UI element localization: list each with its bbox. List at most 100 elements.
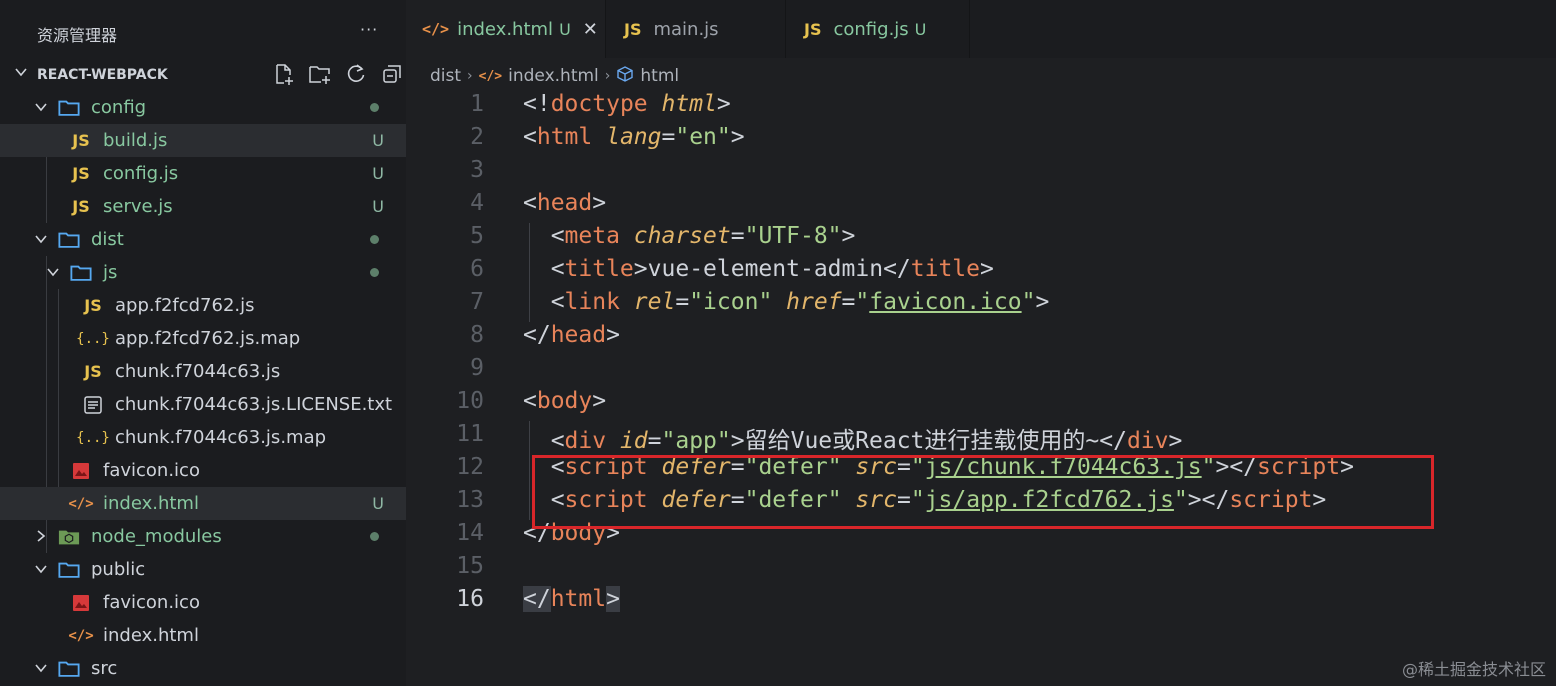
project-name: REACT-WEBPACK	[37, 67, 168, 83]
js-file-icon: JS	[72, 164, 90, 183]
line-number: 12	[456, 454, 484, 480]
tree-file-build-js[interactable]: JS build.js U	[0, 124, 406, 157]
tree-folder-dist[interactable]: dist	[0, 223, 406, 256]
js-file-icon: JS	[72, 197, 90, 216]
tree-folder-src[interactable]: src	[0, 652, 406, 685]
line-number: 14	[456, 520, 484, 546]
code-token: div	[1126, 428, 1169, 454]
code-token: <!	[523, 91, 551, 117]
line-number: 1	[470, 91, 484, 117]
tree-file-index-html-public[interactable]: </> index.html	[0, 619, 406, 652]
tree-item-label: serve.js	[103, 196, 173, 217]
code-token: <	[523, 256, 565, 282]
code-token: html	[550, 586, 607, 612]
chevron-right-icon: ›	[467, 68, 473, 84]
breadcrumb-item[interactable]: index.html	[508, 66, 599, 86]
code-token: vue-element-admin	[647, 256, 884, 282]
tree-file-chunk-js[interactable]: JS chunk.f7044c63.js	[0, 355, 406, 388]
tree-file-app-js[interactable]: JS app.f2fcd762.js	[0, 289, 406, 322]
refresh-icon[interactable]	[338, 62, 374, 86]
code-token: "	[1021, 289, 1036, 315]
tree-folder-js[interactable]: js	[0, 256, 406, 289]
code-token: charset	[633, 223, 731, 249]
code-token: </	[523, 586, 551, 612]
untracked-badge: U	[372, 494, 384, 513]
tree-item-label: chunk.f7044c63.js.map	[115, 427, 327, 448]
folder-icon	[58, 229, 80, 251]
line-number: 9	[470, 355, 484, 381]
tree-file-config-js[interactable]: JS config.js U	[0, 157, 406, 190]
chevron-down-icon	[46, 265, 62, 281]
tree-item-label: public	[91, 559, 146, 580]
chevron-right-icon	[34, 529, 50, 545]
tree-item-label: config	[91, 97, 147, 118]
breadcrumb-item[interactable]: dist	[430, 66, 461, 86]
explorer-header: 资源管理器 ···	[0, 0, 406, 58]
project-header[interactable]: REACT-WEBPACK	[0, 58, 406, 91]
code-token: =	[675, 289, 690, 315]
new-file-icon[interactable]	[266, 62, 302, 86]
tab-index-html[interactable]: </> index.html U ✕	[406, 0, 606, 58]
tab-main-js[interactable]: JS main.js	[606, 0, 786, 58]
tree-file-chunk-map[interactable]: {..} chunk.f7044c63.js.map	[0, 421, 406, 454]
image-file-icon	[70, 460, 92, 482]
code-token: link	[564, 289, 620, 315]
code-line: <meta charset="UTF-8">	[523, 223, 856, 249]
tree-item-label: chunk.f7044c63.js	[115, 361, 281, 382]
breadcrumb-item[interactable]: html	[640, 66, 679, 86]
untracked-badge: U	[372, 164, 384, 183]
code-token: </	[523, 322, 551, 348]
explorer-title: 资源管理器	[37, 26, 118, 45]
tree-file-favicon-public[interactable]: favicon.ico	[0, 586, 406, 619]
more-actions-icon[interactable]: ···	[360, 20, 378, 39]
code-line: <!doctype html>	[523, 91, 731, 117]
code-token: title	[564, 256, 634, 282]
text-file-icon	[82, 394, 104, 416]
tree-folder-public[interactable]: public	[0, 553, 406, 586]
code-line: </head>	[523, 322, 620, 348]
code-token: "app"	[661, 428, 731, 454]
code-token: body	[536, 388, 593, 414]
code-token: lang	[606, 124, 662, 150]
code-token: >	[1035, 289, 1050, 315]
chevron-down-icon	[34, 562, 50, 578]
code-token: rel	[633, 289, 676, 315]
chevron-down-icon	[34, 661, 50, 677]
editor-area: </> index.html U ✕ JS main.js JS config.…	[406, 0, 1556, 686]
code-link[interactable]: favicon.ico	[869, 289, 1021, 315]
code-line: <html lang="en">	[523, 124, 745, 150]
tree-item-label: config.js	[103, 163, 179, 184]
code-token: >留给Vue或React进行挂载使用的~</	[730, 428, 1127, 454]
close-icon[interactable]: ✕	[583, 19, 598, 40]
explorer-actions	[266, 62, 410, 86]
tree-file-favicon[interactable]: favicon.ico	[0, 454, 406, 487]
new-folder-icon[interactable]	[302, 62, 338, 86]
tree-folder-config[interactable]: config	[0, 91, 406, 124]
tree-file-index-html[interactable]: </> index.html U	[0, 487, 406, 520]
code-token: >	[1168, 428, 1183, 454]
code-token: >	[592, 190, 607, 216]
code-token: </	[883, 256, 911, 282]
line-number: 10	[456, 388, 484, 414]
code-token: =	[661, 124, 676, 150]
tab-label: index.html	[457, 18, 554, 40]
tab-bar: </> index.html U ✕ JS main.js JS config.…	[406, 0, 1556, 58]
tab-config-js[interactable]: JS config.js U	[786, 0, 970, 58]
code-token: "en"	[675, 124, 731, 150]
collapse-all-icon[interactable]	[374, 62, 410, 86]
modified-dot	[370, 532, 379, 541]
code-token: >	[592, 388, 607, 414]
folder-icon	[70, 262, 92, 284]
tree-file-app-map[interactable]: {..} app.f2fcd762.js.map	[0, 322, 406, 355]
tree-item-label: src	[91, 658, 118, 679]
tree-folder-node-modules[interactable]: node_modules	[0, 520, 406, 553]
tree-file-serve-js[interactable]: JS serve.js U	[0, 190, 406, 223]
folder-icon	[58, 658, 80, 680]
code-token: head	[536, 190, 593, 216]
code-line: <head>	[523, 190, 606, 216]
chevron-down-icon	[34, 232, 50, 248]
tree-file-license-txt[interactable]: chunk.f7044c63.js.LICENSE.txt	[0, 388, 406, 421]
current-line-number: 16	[456, 586, 484, 612]
